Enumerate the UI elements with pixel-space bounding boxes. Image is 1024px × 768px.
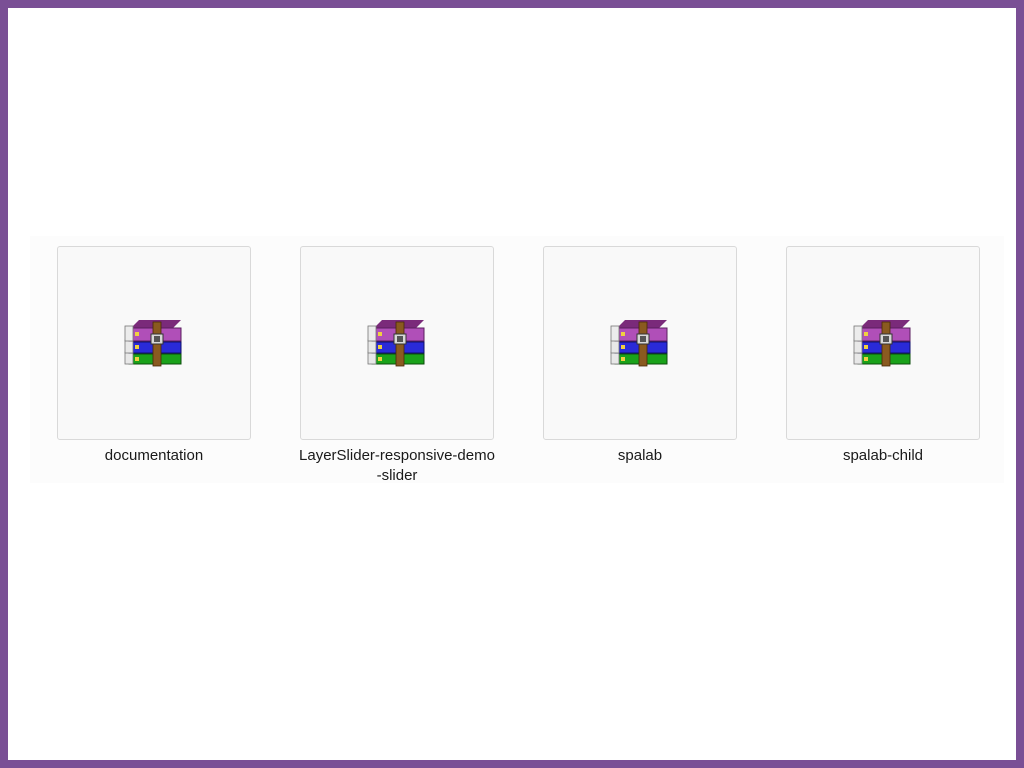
file-item-spalab-child[interactable]: spalab-child xyxy=(784,246,982,466)
winrar-archive-icon xyxy=(853,319,911,367)
winrar-archive-icon xyxy=(124,319,182,367)
winrar-archive-icon xyxy=(367,319,425,367)
file-list: documentation LayerSlider-responsive-dem… xyxy=(30,236,1004,486)
file-thumbnail[interactable] xyxy=(543,246,737,440)
file-name[interactable]: LayerSlider-responsive-demo-slider xyxy=(299,446,495,486)
file-name[interactable]: spalab-child xyxy=(785,446,981,466)
file-name[interactable]: documentation xyxy=(56,446,252,466)
file-item-documentation[interactable]: documentation xyxy=(55,246,253,466)
file-thumbnail[interactable] xyxy=(786,246,980,440)
file-item-spalab[interactable]: spalab xyxy=(541,246,739,466)
file-name[interactable]: spalab xyxy=(542,446,738,466)
file-thumbnail[interactable] xyxy=(300,246,494,440)
file-thumbnail[interactable] xyxy=(57,246,251,440)
winrar-archive-icon xyxy=(610,319,668,367)
window-frame: documentation LayerSlider-responsive-dem… xyxy=(0,0,1024,768)
file-item-layerslider[interactable]: LayerSlider-responsive-demo-slider xyxy=(298,246,496,486)
